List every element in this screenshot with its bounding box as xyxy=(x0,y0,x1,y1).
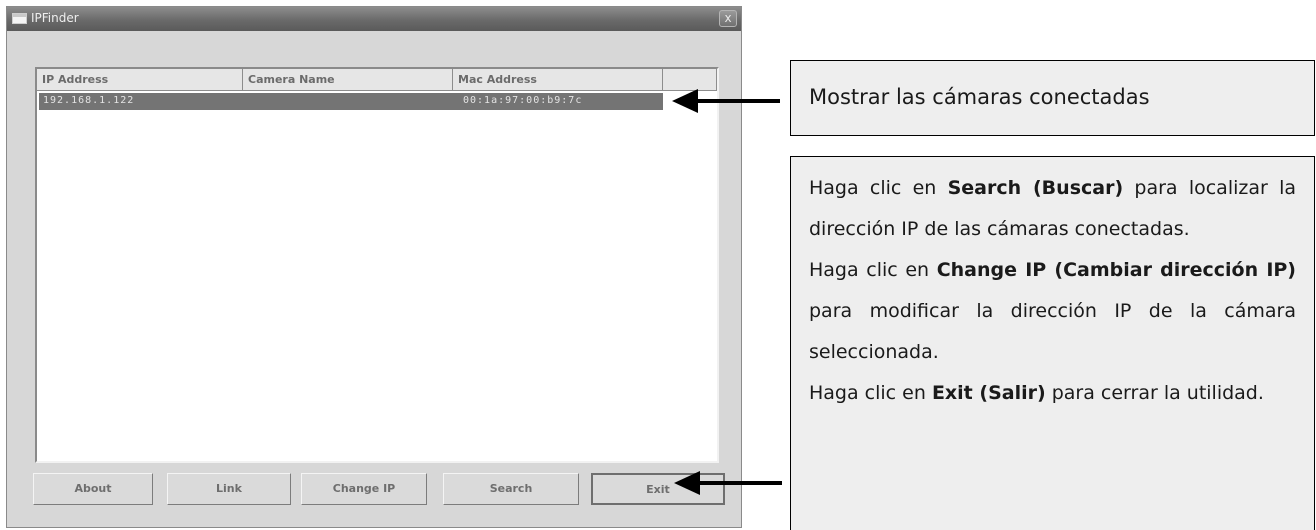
instruction-exit: Haga clic en Exit (Salir) para cerrar la… xyxy=(809,373,1296,414)
arrow-to-list-icon xyxy=(672,89,780,113)
instruction-change-ip-pre: Haga clic en xyxy=(809,259,937,281)
instruction-exit-bold: Exit (Salir) xyxy=(931,382,1046,404)
link-button[interactable]: Link xyxy=(167,473,291,505)
change-ip-button[interactable]: Change IP xyxy=(301,473,427,505)
title-bar[interactable]: IPFinder x xyxy=(7,7,741,31)
instruction-exit-pre: Haga clic en xyxy=(809,382,932,404)
instruction-change-ip: Haga clic en Change IP (Cambiar direcció… xyxy=(809,250,1296,373)
window-icon xyxy=(12,13,27,24)
column-header-camera-name[interactable]: Camera Name xyxy=(243,69,453,91)
about-button[interactable]: About xyxy=(33,473,153,505)
instruction-change-ip-bold: Change IP (Cambiar dirección IP) xyxy=(936,259,1296,281)
search-button[interactable]: Search xyxy=(443,473,579,505)
instruction-search-bold: Search (Buscar) xyxy=(947,177,1124,199)
instruction-search: Haga clic en Search (Buscar) para locali… xyxy=(809,168,1296,250)
callout-instructions: Haga clic en Search (Buscar) para locali… xyxy=(790,156,1315,530)
column-header-ip-address[interactable]: IP Address xyxy=(37,69,243,91)
close-button[interactable]: x xyxy=(719,10,737,27)
cell-mac-address: 00:1a:97:00:b9:7c xyxy=(463,95,583,106)
window-title: IPFinder xyxy=(31,11,79,25)
instruction-change-ip-post: para modificar la dirección IP de la cám… xyxy=(809,300,1296,363)
callout-connected-cameras-text: Mostrar las cámaras conectadas xyxy=(809,85,1150,109)
camera-row[interactable]: 192.168.1.122 00:1a:97:00:b9:7c xyxy=(39,93,663,110)
column-header-mac-address[interactable]: Mac Address xyxy=(453,69,663,91)
arrow-to-exit-icon xyxy=(674,471,782,495)
cell-ip-address: 192.168.1.122 xyxy=(43,95,135,106)
ipfinder-window: IPFinder x IP Address Camera Name Mac Ad… xyxy=(6,6,742,528)
callout-connected-cameras: Mostrar las cámaras conectadas xyxy=(790,60,1315,136)
instruction-search-pre: Haga clic en xyxy=(809,177,948,199)
camera-list[interactable]: IP Address Camera Name Mac Address 192.1… xyxy=(35,67,719,463)
instruction-exit-post: para cerrar la utilidad. xyxy=(1045,382,1264,404)
